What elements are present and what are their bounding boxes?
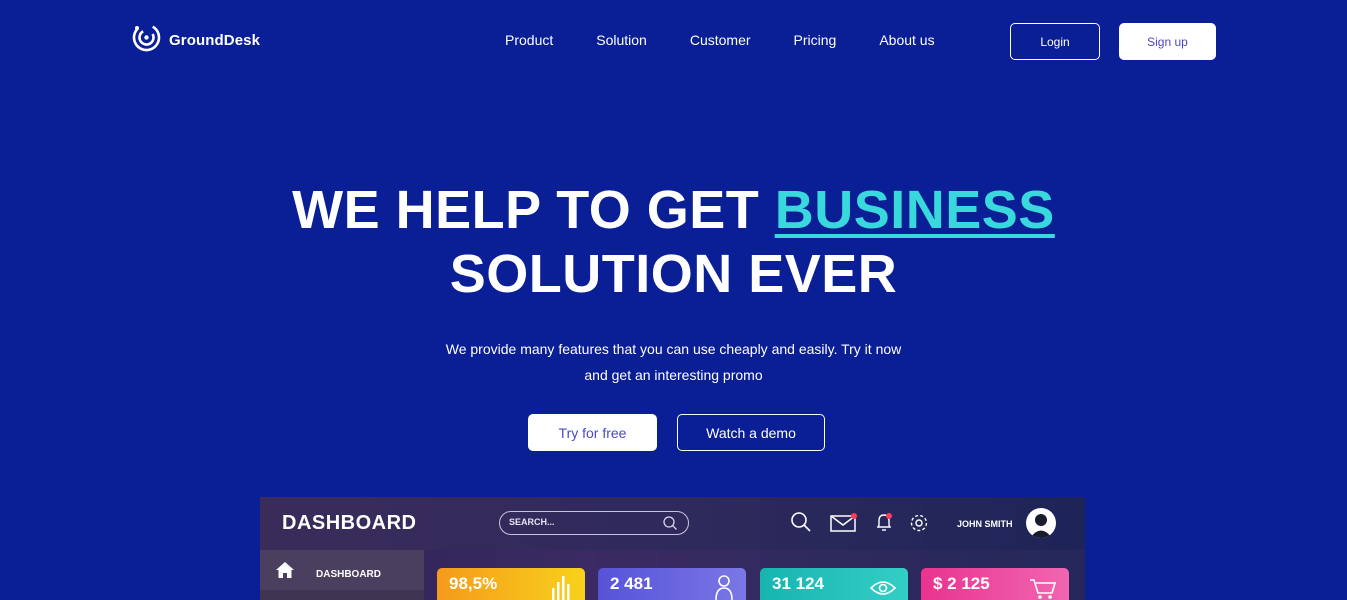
- brand-name: GroundDesk: [169, 31, 261, 49]
- gear-icon: [909, 513, 929, 538]
- sidebar-item-label: DASHBOARD: [316, 569, 381, 580]
- top-navbar: GroundDesk Product Solution Customer Pri…: [0, 0, 1347, 80]
- dashboard-search-input: SEARCH...: [499, 511, 689, 535]
- dashboard-preview: DASHBOARD SEARCH... JOHN SMITH DASHBOARD…: [260, 497, 1085, 600]
- hero-title-accent: BUSINESS: [774, 180, 1055, 240]
- logo-icon: [131, 22, 162, 58]
- dashboard-title: DASHBOARD: [282, 512, 417, 534]
- hero-title: WE HELP TO GET BUSINESS SOLUTION EVER: [0, 178, 1347, 306]
- eye-icon: [869, 580, 897, 600]
- avatar: [1026, 508, 1056, 538]
- stat-value: 2 481: [610, 574, 653, 593]
- signup-button[interactable]: Sign up: [1119, 23, 1216, 60]
- dashboard-sidebar: DASHBOARD: [260, 550, 424, 600]
- stat-value: 98,5%: [449, 574, 498, 593]
- nav-link-about-us[interactable]: About us: [879, 32, 934, 48]
- bar-chart-icon: [551, 574, 573, 600]
- nav-links: Product Solution Customer Pricing About …: [505, 32, 978, 48]
- nav-link-solution[interactable]: Solution: [596, 32, 647, 48]
- hero-subtitle-line2: and get an interesting promo: [584, 367, 763, 383]
- dashboard-header: DASHBOARD SEARCH... JOHN SMITH: [260, 497, 1085, 550]
- hero-subtitle-line1: We provide many features that you can us…: [445, 341, 902, 357]
- home-icon: [275, 561, 295, 584]
- hero-subtitle: We provide many features that you can us…: [0, 336, 1347, 388]
- dashboard-search-placeholder: SEARCH...: [509, 517, 555, 527]
- dashboard-user-name: JOHN SMITH: [957, 519, 1013, 529]
- try-for-free-button[interactable]: Try for free: [528, 414, 657, 451]
- cart-icon: [1029, 578, 1057, 600]
- login-button[interactable]: Login: [1010, 23, 1100, 60]
- stat-card: 98,5%: [437, 568, 585, 600]
- brand[interactable]: GroundDesk: [131, 22, 260, 58]
- stat-card: 2 481: [598, 568, 746, 600]
- stat-value: $ 2 125: [933, 574, 990, 593]
- search-icon: [662, 515, 678, 536]
- bell-icon: [875, 512, 895, 539]
- nav-link-customer[interactable]: Customer: [690, 32, 751, 48]
- user-icon: [714, 574, 734, 600]
- search-icon: [790, 511, 812, 538]
- nav-link-product[interactable]: Product: [505, 32, 553, 48]
- nav-link-pricing[interactable]: Pricing: [794, 32, 837, 48]
- hero-title-part1: WE HELP TO GET: [292, 180, 775, 240]
- stat-card: 31 124: [760, 568, 908, 600]
- mail-icon: [830, 513, 858, 538]
- stat-value: 31 124: [772, 574, 824, 593]
- stat-card: $ 2 125: [921, 568, 1069, 600]
- hero-title-line2: SOLUTION EVER: [449, 244, 898, 304]
- watch-demo-button[interactable]: Watch a demo: [677, 414, 825, 451]
- sidebar-item-dashboard: DASHBOARD: [260, 550, 424, 590]
